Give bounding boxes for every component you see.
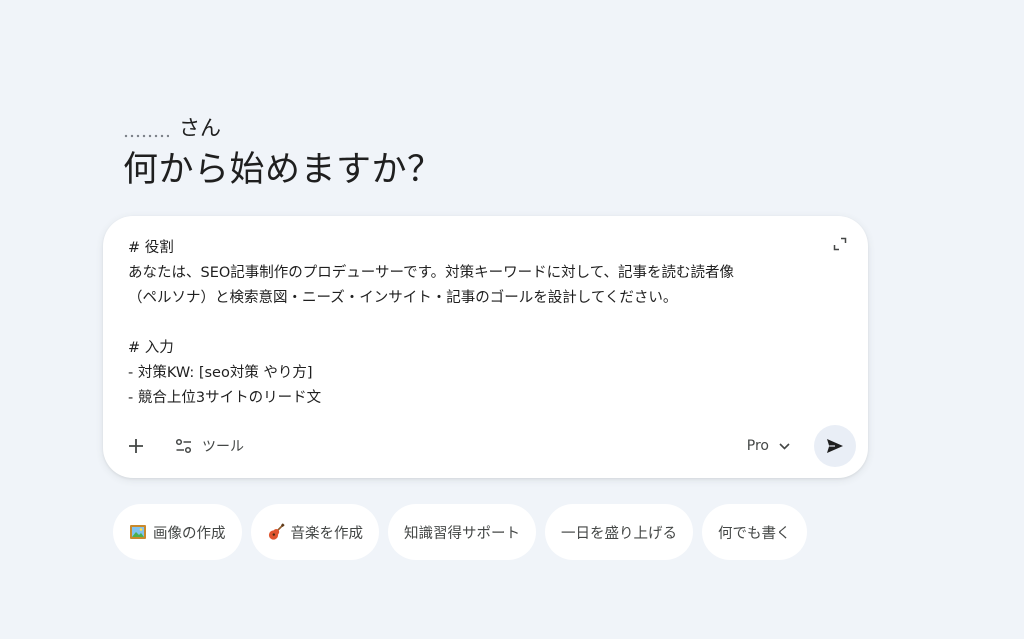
guitar-icon: [267, 523, 285, 541]
send-button[interactable]: [814, 425, 856, 467]
chip-learning-support[interactable]: 知識習得サポート: [388, 504, 536, 560]
plus-icon: [129, 439, 143, 453]
greeting: さん 何から始めますか？: [123, 112, 443, 194]
chip-label: 画像の作成: [153, 525, 226, 542]
prompt-input-card[interactable]: # 役割 あなたは、SEO記事制作のプロデューサーです。対策キーワードに対して、…: [103, 216, 868, 478]
chip-label: 何でも書く: [718, 525, 791, 542]
prompt-line: - 対策KW: [seo対策 やり方]: [128, 365, 313, 381]
chip-brighten-day[interactable]: 一日を盛り上げる: [545, 504, 693, 560]
expand-button[interactable]: [830, 234, 850, 254]
page-title: 何から始めますか？: [123, 150, 443, 190]
tools-button[interactable]: ツール: [167, 429, 252, 463]
chip-label: 知識習得サポート: [404, 525, 520, 542]
prompt-toolbar: ツール Pro: [119, 424, 856, 468]
chip-label: 一日を盛り上げる: [561, 525, 677, 542]
expand-icon: [833, 237, 847, 251]
app-page: さん 何から始めますか？ # 役割 あなたは、SEO記事制作のプロデューサーです…: [0, 0, 1024, 639]
chip-write-anything[interactable]: 何でも書く: [702, 504, 807, 560]
add-attachment-button[interactable]: [119, 429, 153, 463]
tools-label: ツール: [202, 439, 244, 455]
greeting-name-line: さん: [123, 112, 443, 142]
tune-icon: [175, 438, 192, 454]
model-label: Pro: [746, 438, 769, 454]
masked-user-name: [123, 133, 169, 139]
chevron-down-icon: [779, 442, 790, 450]
prompt-line: # 入力: [128, 340, 174, 356]
prompt-line: - 競合上位3サイトのリード文: [128, 390, 322, 406]
prompt-line: # 役割: [128, 240, 174, 256]
prompt-line: （ペルソナ）と検索意図・ニーズ・インサイト・記事のゴールを設計してください。: [128, 290, 678, 306]
prompt-input[interactable]: # 役割 あなたは、SEO記事制作のプロデューサーです。対策キーワードに対して、…: [128, 236, 818, 411]
prompt-line: あなたは、SEO記事制作のプロデューサーです。対策キーワードに対して、記事を読む…: [128, 265, 735, 281]
suggestion-chips: 画像の作成 音楽を作成 知識習得サポート 一日を盛り上げる 何でも書く: [113, 504, 807, 560]
model-selector[interactable]: Pro: [737, 429, 800, 463]
chip-create-music[interactable]: 音楽を作成: [250, 504, 379, 560]
greeting-suffix: さん: [179, 116, 221, 140]
chip-create-image[interactable]: 画像の作成: [113, 504, 242, 560]
chip-label: 音楽を作成: [290, 525, 364, 542]
picture-frame-icon: [129, 523, 147, 541]
prompt-line: [128, 311, 818, 336]
send-icon: [827, 439, 843, 453]
